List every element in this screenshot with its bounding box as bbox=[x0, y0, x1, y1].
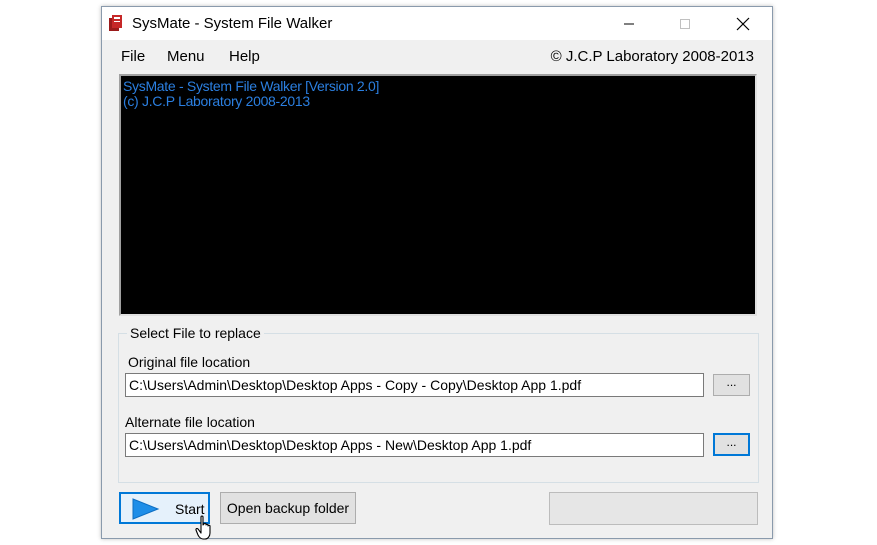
original-browse-button[interactable]: ... bbox=[713, 374, 750, 396]
maximize-icon bbox=[680, 18, 690, 29]
play-icon bbox=[132, 498, 160, 520]
copyright-label: © J.C.P Laboratory 2008-2013 bbox=[550, 48, 754, 65]
alternate-file-input[interactable]: C:\Users\Admin\Desktop\Desktop Apps - Ne… bbox=[125, 433, 704, 457]
close-icon bbox=[736, 17, 750, 30]
alternate-browse-button[interactable]: ... bbox=[713, 433, 750, 456]
app-icon bbox=[109, 15, 122, 31]
menu-bar: File Menu Help © J.C.P Laboratory 2008-2… bbox=[102, 40, 772, 72]
minimize-icon bbox=[624, 23, 634, 24]
main-window: SysMate - System File Walker File Menu H… bbox=[101, 6, 773, 539]
hand-cursor-icon bbox=[195, 515, 211, 540]
select-file-group: Select File to replace Original file loc… bbox=[118, 325, 759, 483]
console-line: (c) J.C.P Laboratory 2008-2013 bbox=[123, 93, 310, 109]
maximize-button[interactable] bbox=[660, 7, 710, 40]
group-label: Select File to replace bbox=[127, 325, 264, 341]
close-button[interactable] bbox=[718, 7, 768, 40]
window-title: SysMate - System File Walker bbox=[132, 15, 333, 32]
title-bar[interactable]: SysMate - System File Walker bbox=[102, 7, 772, 40]
menu-menu[interactable]: Menu bbox=[163, 46, 209, 67]
open-backup-folder-button[interactable]: Open backup folder bbox=[220, 492, 356, 524]
progress-bar bbox=[549, 492, 758, 525]
minimize-button[interactable] bbox=[604, 7, 654, 40]
alternate-file-label: Alternate file location bbox=[125, 414, 255, 430]
console-line: SysMate - System File Walker [Version 2.… bbox=[123, 78, 380, 94]
original-file-label: Original file location bbox=[128, 354, 251, 370]
menu-file[interactable]: File bbox=[117, 46, 149, 67]
original-file-input[interactable]: C:\Users\Admin\Desktop\Desktop Apps - Co… bbox=[125, 373, 704, 397]
console-output[interactable]: SysMate - System File Walker [Version 2.… bbox=[119, 74, 757, 316]
menu-help[interactable]: Help bbox=[225, 46, 264, 67]
